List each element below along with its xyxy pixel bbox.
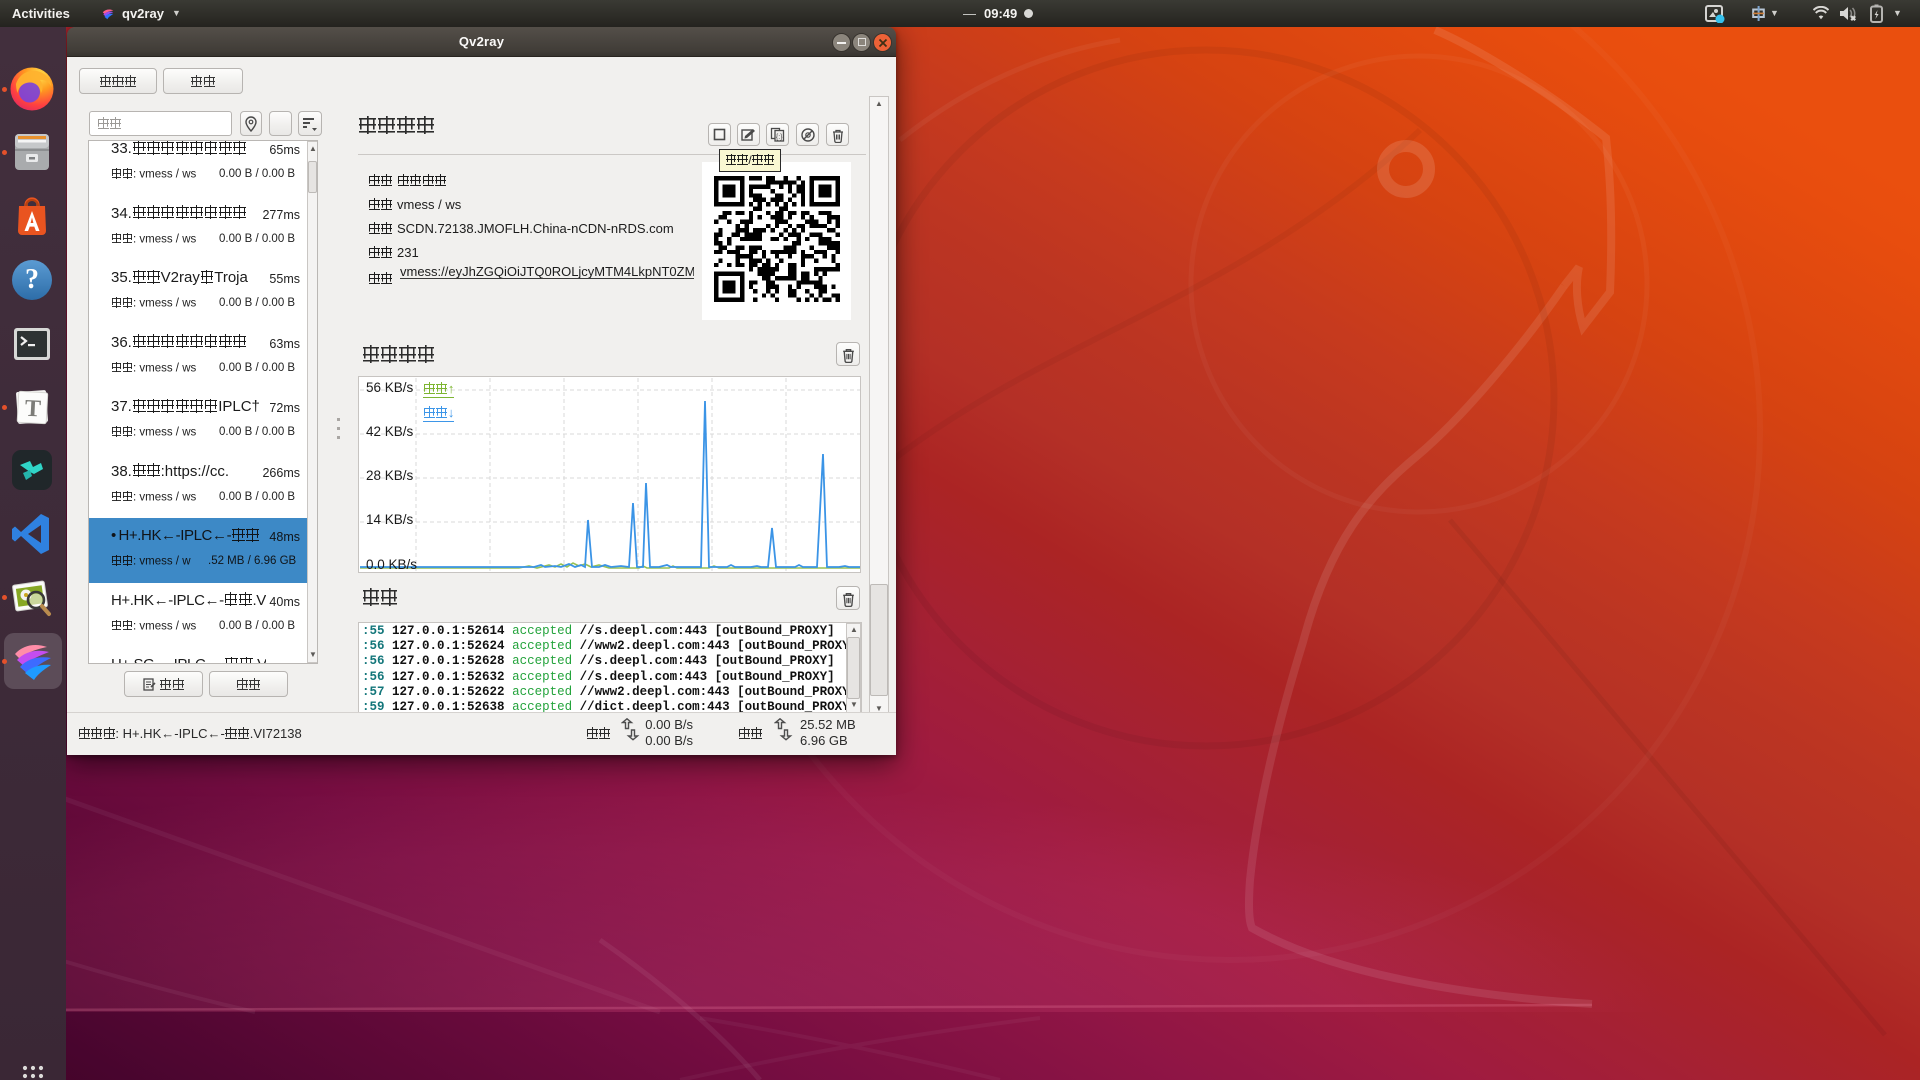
svg-text:?: ? xyxy=(25,264,39,295)
svg-text:T: T xyxy=(24,396,41,423)
svg-text:{:}: {:} xyxy=(776,134,783,141)
